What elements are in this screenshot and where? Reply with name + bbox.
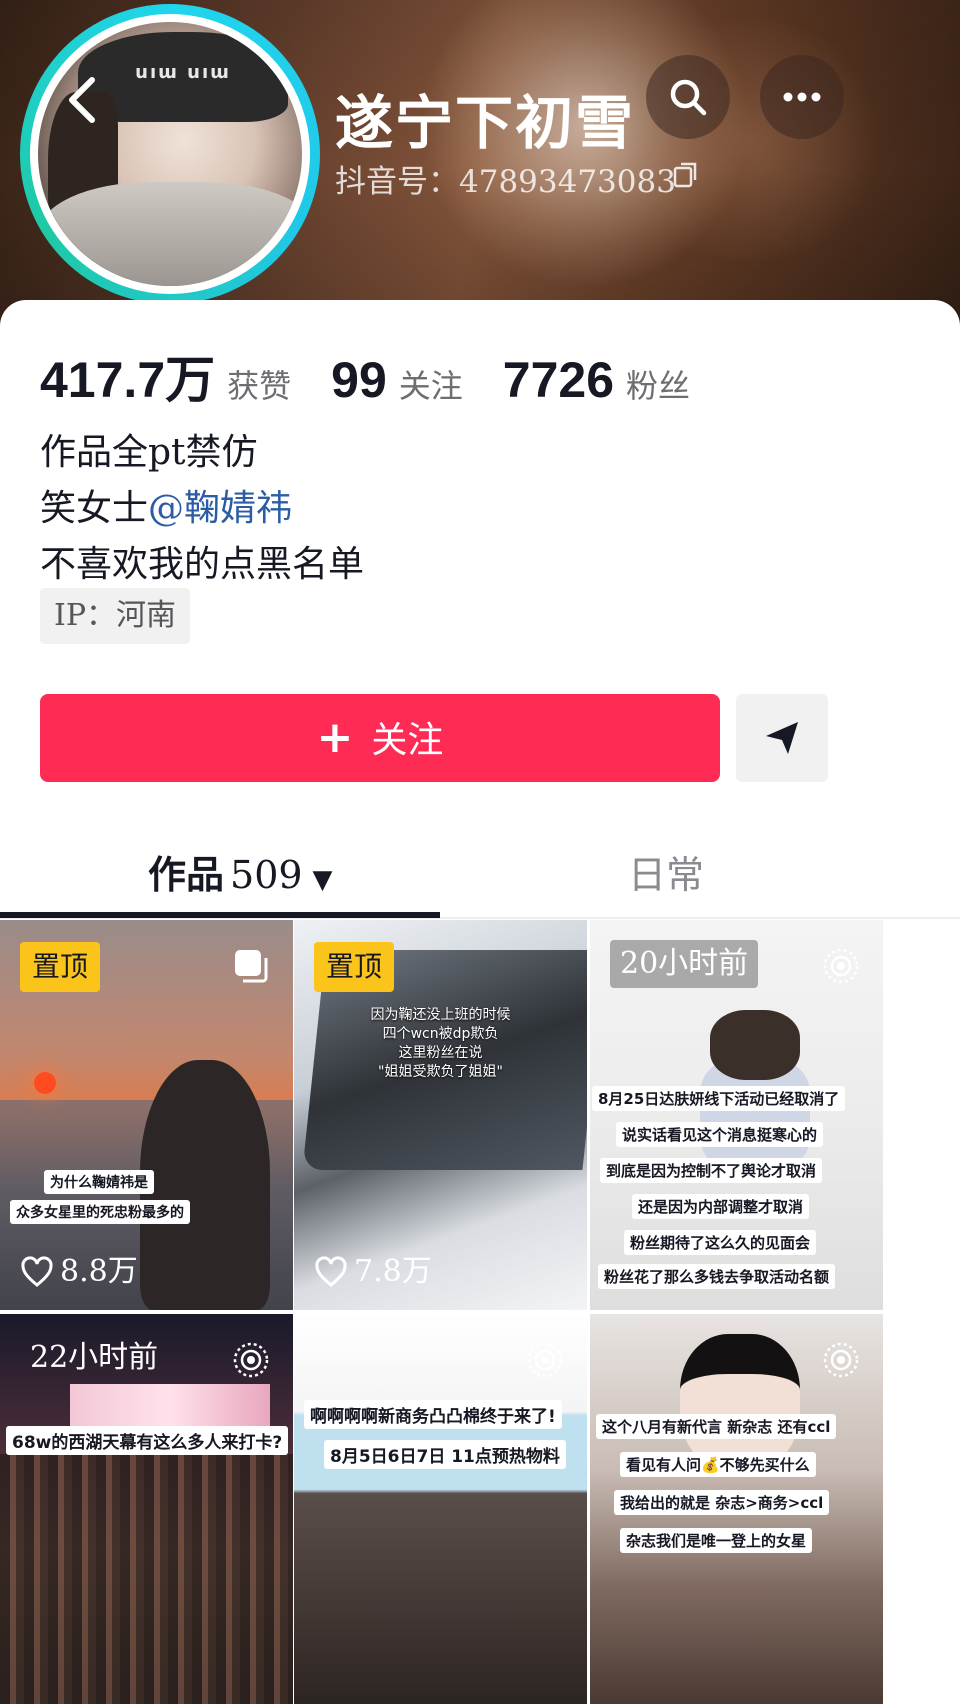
video-caption: 杂志我们是唯一登上的女星 xyxy=(620,1528,813,1553)
douyin-id[interactable]: 抖音号：47893473083 xyxy=(335,156,676,201)
avatar-scarf xyxy=(38,182,302,286)
more-dots-icon xyxy=(783,92,821,102)
more-button[interactable] xyxy=(760,55,844,139)
search-button[interactable] xyxy=(646,55,730,139)
copy-icon[interactable] xyxy=(672,160,700,190)
likes-label: 获赞 xyxy=(227,367,292,405)
tab-active-indicator xyxy=(0,912,440,918)
video-likes: 7.8万 xyxy=(314,1252,432,1292)
tab-works-label: 作品 xyxy=(148,853,225,897)
video-thumbnail-sun xyxy=(34,1072,56,1094)
bio-line: 不喜欢我的点黑名单 xyxy=(40,544,365,585)
back-button[interactable] xyxy=(60,70,104,130)
heart-icon xyxy=(315,1256,347,1287)
video-caption-block: 因为鞠还没上班的时候 四个wcn被dp欺负 这里粉丝在说 "姐姐受欺负了姐姐" xyxy=(294,1006,587,1082)
live-photo-icon xyxy=(823,948,859,984)
likes-count[interactable]: 417.7万 xyxy=(40,340,215,412)
video-caption: 看见有人问💰不够先买什么 xyxy=(620,1452,816,1477)
following-count[interactable]: 99 xyxy=(331,351,387,409)
video-tile[interactable]: 啊啊啊啊新商务凸凸棉终于来了! 8月5日6日7日 11点预热物料 xyxy=(294,1314,587,1704)
video-tile[interactable]: 这个八月有新代言 新杂志 还有ccl 看见有人问💰不够先买什么 我给出的就是 杂… xyxy=(590,1314,883,1704)
followers-count[interactable]: 7726 xyxy=(503,351,614,409)
video-thumbnail-figure xyxy=(140,1060,270,1310)
video-caption: 为什么鞠婧祎是 xyxy=(44,1170,154,1194)
plus-icon: + xyxy=(316,712,354,763)
follow-button[interactable]: + 关注 xyxy=(40,694,720,782)
video-caption: "姐姐受欺负了姐姐" xyxy=(378,1064,503,1080)
live-photo-icon xyxy=(527,1342,563,1378)
video-caption: 还是因为内部调整才取消 xyxy=(632,1194,810,1219)
profile-stats: 417.7万 获赞 99 关注 7726 粉丝 xyxy=(40,340,690,408)
tab-daily[interactable]: 日常 xyxy=(628,840,704,910)
video-caption: 粉丝花了那么多钱去争取活动名额 xyxy=(598,1264,836,1289)
heart-icon xyxy=(21,1256,53,1287)
video-caption: 粉丝期待了这么久的见面会 xyxy=(624,1230,817,1255)
video-caption: 啊啊啊啊新商务凸凸棉终于来了! xyxy=(304,1400,562,1429)
bio-line-text: 笑女士 xyxy=(40,488,149,529)
video-caption: 众多女星里的死忠粉最多的 xyxy=(10,1200,190,1224)
pinned-badge: 置顶 xyxy=(314,942,395,992)
live-photo-icon xyxy=(233,1342,269,1378)
likes-value: 8.8万 xyxy=(60,1254,138,1289)
send-icon xyxy=(766,722,798,754)
post-time-badge: 22小时前 xyxy=(30,1340,159,1375)
bio-line: 笑女士@鞠婧祎 xyxy=(40,481,364,537)
video-tile[interactable]: 22小时前 68w的西湖天幕有这么多人来打卡? xyxy=(0,1314,293,1704)
video-thumbnail-crowd xyxy=(0,1454,293,1704)
video-caption: 68w的西湖天幕有这么多人来打卡? xyxy=(6,1426,289,1455)
follow-label: 关注 xyxy=(371,720,444,761)
live-photo-icon xyxy=(823,1342,859,1378)
video-likes: 8.8万 xyxy=(20,1252,138,1292)
send-message-button[interactable] xyxy=(736,694,828,782)
profile-name: 遂宁下初雪 xyxy=(335,89,636,157)
ip-location-tag: IP：河南 xyxy=(40,588,191,644)
multi-photo-icon xyxy=(235,950,268,983)
works-count: 509 xyxy=(230,853,303,897)
caret-down-icon[interactable]: ▼ xyxy=(313,865,333,895)
avatar-hat-text: uıɯ uıɯ xyxy=(135,62,231,83)
post-time-badge: 20小时前 xyxy=(610,940,759,988)
video-caption: 8月25日达肤妍线下活动已经取消了 xyxy=(592,1086,846,1111)
profile-bio: 作品全pt禁仿 笑女士@鞠婧祎 不喜欢我的点黑名单 xyxy=(40,425,364,593)
video-caption: 8月5日6日7日 11点预热物料 xyxy=(324,1440,566,1469)
video-caption: 因为鞠还没上班的时候 xyxy=(370,1007,511,1023)
video-thumbnail-figure xyxy=(710,1010,800,1080)
mention-link[interactable]: @鞠婧祎 xyxy=(148,488,292,529)
search-icon xyxy=(670,79,707,116)
video-caption: 说实话看见这个消息挺寒心的 xyxy=(616,1122,824,1147)
video-caption: 这个八月有新代言 新杂志 还有ccl xyxy=(596,1414,837,1439)
video-caption: 这里粉丝在说 xyxy=(398,1045,483,1061)
avatar[interactable]: uıɯ uıɯ xyxy=(30,14,310,294)
video-tile[interactable]: 20小时前 8月25日达肤妍线下活动已经取消了 说实话看见这个消息挺寒心的 到底… xyxy=(590,920,883,1310)
video-tile[interactable]: 置顶 因为鞠还没上班的时候 四个wcn被dp欺负 这里粉丝在说 "姐姐受欺负了姐… xyxy=(294,920,587,1310)
video-caption: 四个wcn被dp欺负 xyxy=(382,1026,499,1042)
video-caption: 我给出的就是 杂志>商务>ccl xyxy=(614,1490,830,1515)
following-label: 关注 xyxy=(398,367,463,405)
video-caption: 到底是因为控制不了舆论才取消 xyxy=(600,1158,823,1183)
video-grid: 置顶 为什么鞠婧祎是 众多女星里的死忠粉最多的 8.8万 置顶 因为鞠还没上班的… xyxy=(0,920,960,1706)
chevron-left-icon xyxy=(69,77,95,123)
bio-line: 作品全pt禁仿 xyxy=(40,432,258,473)
video-tile[interactable]: 置顶 为什么鞠婧祎是 众多女星里的死忠粉最多的 8.8万 xyxy=(0,920,293,1310)
likes-value: 7.8万 xyxy=(354,1254,432,1289)
pinned-badge: 置顶 xyxy=(20,942,101,992)
tab-works[interactable]: 作品 509 ▼ xyxy=(148,840,333,910)
followers-label: 粉丝 xyxy=(626,367,691,405)
